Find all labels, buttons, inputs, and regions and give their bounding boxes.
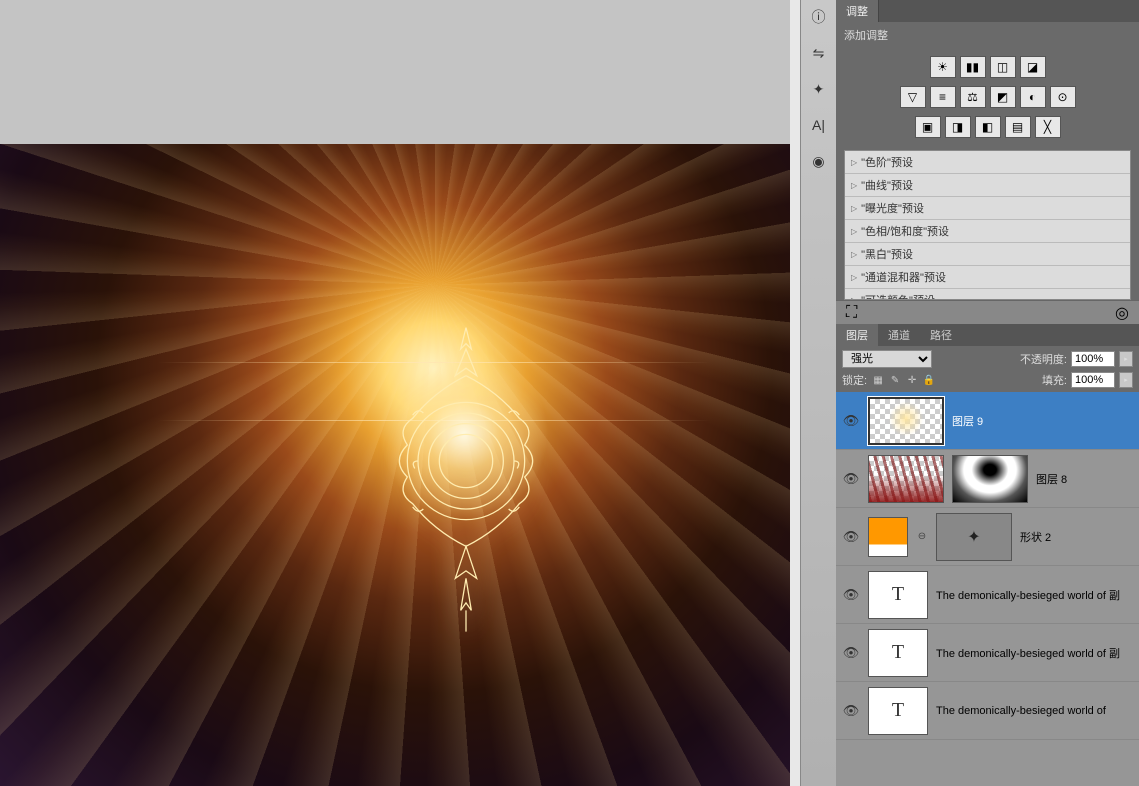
layer-row[interactable]: 👁 图层 8 bbox=[836, 450, 1139, 508]
ornament-shape bbox=[356, 317, 576, 637]
gradient-map-icon[interactable]: ▤ bbox=[1005, 116, 1031, 138]
preset-bw[interactable]: "黑白"预设 bbox=[845, 243, 1130, 266]
lock-pixels-icon[interactable]: ✎ bbox=[888, 373, 902, 387]
channel-mixer-icon[interactable]: ⊙ bbox=[1050, 86, 1076, 108]
layer-name[interactable]: 图层 9 bbox=[952, 413, 1133, 429]
layer-row[interactable]: 👁 T The demonically-besieged world of 副 bbox=[836, 624, 1139, 682]
eye-icon[interactable]: 👁 bbox=[842, 528, 860, 546]
fill-input[interactable] bbox=[1071, 372, 1115, 388]
layer-name[interactable]: 形状 2 bbox=[1020, 529, 1133, 545]
fill-label: 填充: bbox=[1042, 372, 1067, 388]
mask3d-icon[interactable]: ◎ bbox=[1115, 303, 1129, 323]
canvas-area bbox=[0, 0, 800, 786]
type-icon[interactable]: A| bbox=[806, 112, 832, 138]
blend-mode-select[interactable]: 强光 bbox=[842, 350, 932, 368]
adjustments-header: 添加调整 bbox=[836, 22, 1139, 48]
tab-paths[interactable]: 路径 bbox=[920, 324, 962, 346]
layer-name[interactable]: The demonically-besieged world of 副 bbox=[936, 587, 1133, 603]
link-icon[interactable]: ⊖ bbox=[916, 531, 928, 542]
eye-icon[interactable]: 👁 bbox=[842, 470, 860, 488]
bw-icon[interactable]: ◩ bbox=[990, 86, 1016, 108]
text-layer-thumbnail[interactable]: T bbox=[868, 571, 928, 619]
layer-row[interactable]: 👁 T The demonically-besieged world of bbox=[836, 682, 1139, 740]
info-icon[interactable]: ⓘ bbox=[806, 4, 832, 30]
eye-icon[interactable]: 👁 bbox=[842, 702, 860, 720]
layer-controls: 强光 不透明度: ▸ 锁定: ▦ ✎ ✛ 🔒 填充: ▸ bbox=[836, 346, 1139, 392]
lock-position-icon[interactable]: ✛ bbox=[905, 373, 919, 387]
tab-adjustments[interactable]: 调整 bbox=[836, 0, 879, 22]
color-balance-icon[interactable]: ⚖ bbox=[960, 86, 986, 108]
tab-layers[interactable]: 图层 bbox=[836, 324, 878, 346]
text-layer-thumbnail[interactable]: T bbox=[868, 629, 928, 677]
threshold-icon[interactable]: ◧ bbox=[975, 116, 1001, 138]
posterize-icon[interactable]: ◨ bbox=[945, 116, 971, 138]
layer-row[interactable]: 👁 图层 9 bbox=[836, 392, 1139, 450]
vibrance-icon[interactable]: ▽ bbox=[900, 86, 926, 108]
layer-name[interactable]: The demonically-besieged world of 副 bbox=[936, 645, 1133, 661]
tab-channels[interactable]: 通道 bbox=[878, 324, 920, 346]
eye-icon[interactable]: 👁 bbox=[842, 586, 860, 604]
canvas-empty-top bbox=[0, 0, 790, 144]
curves-icon[interactable]: ◫ bbox=[990, 56, 1016, 78]
lock-all-icon[interactable]: 🔒 bbox=[922, 373, 936, 387]
exposure-icon[interactable]: ◪ bbox=[1020, 56, 1046, 78]
brightness-icon[interactable]: ☀ bbox=[930, 56, 956, 78]
layer-row[interactable]: 👁 ⊖ ✦ 形状 2 bbox=[836, 508, 1139, 566]
layer-thumbnail[interactable] bbox=[868, 455, 944, 503]
layers-list[interactable]: 👁 图层 9 👁 图层 8 👁 ⊖ ✦ 形状 2 👁 T The demonic… bbox=[836, 392, 1139, 786]
opacity-flyout-icon[interactable]: ▸ bbox=[1119, 351, 1133, 367]
brush-icon[interactable]: ✦ bbox=[806, 76, 832, 102]
adjustment-icon-grid: ☀ ▮▮ ◫ ◪ ▽ ≡ ⚖ ◩ ◐ ⊙ ▣ ◨ ◧ ▤ ╳ bbox=[836, 48, 1139, 146]
adjustments-tabbar: 调整 bbox=[836, 0, 1139, 22]
document-canvas[interactable] bbox=[0, 144, 790, 786]
layer-name[interactable]: 图层 8 bbox=[1036, 471, 1133, 487]
preset-list[interactable]: "色阶"预设 "曲线"预设 "曝光度"预设 "色相/饱和度"预设 "黑白"预设 … bbox=[844, 150, 1131, 300]
lock-transparent-icon[interactable]: ▦ bbox=[871, 373, 885, 387]
text-layer-thumbnail[interactable]: T bbox=[868, 687, 928, 735]
mini-toolbar: ⓘ ⇋ ✦ A| ◉ bbox=[800, 0, 836, 786]
preset-exposure[interactable]: "曝光度"预设 bbox=[845, 197, 1130, 220]
layer-name[interactable]: The demonically-besieged world of bbox=[936, 705, 1133, 717]
invert-icon[interactable]: ▣ bbox=[915, 116, 941, 138]
layer-thumbnail[interactable] bbox=[868, 397, 944, 445]
layer-mask-thumbnail[interactable] bbox=[952, 455, 1028, 503]
fill-flyout-icon[interactable]: ▸ bbox=[1119, 372, 1133, 388]
layer-row[interactable]: 👁 T The demonically-besieged world of 副 bbox=[836, 566, 1139, 624]
preset-levels[interactable]: "色阶"预设 bbox=[845, 151, 1130, 174]
layers-tabbar: 图层 通道 路径 bbox=[836, 324, 1139, 346]
scrollbar-vertical[interactable] bbox=[790, 0, 800, 786]
right-panel: 调整 添加调整 ☀ ▮▮ ◫ ◪ ▽ ≡ ⚖ ◩ ◐ ⊙ ▣ ◨ ◧ ▤ ╳ "… bbox=[836, 0, 1139, 786]
opacity-input[interactable] bbox=[1071, 351, 1115, 367]
opacity-label: 不透明度: bbox=[1020, 351, 1067, 367]
preset-selcolor[interactable]: "可选颜色"预设 bbox=[845, 289, 1130, 300]
sliders-icon[interactable]: ⇋ bbox=[806, 40, 832, 66]
eye-icon[interactable]: 👁 bbox=[842, 412, 860, 430]
preset-curves[interactable]: "曲线"预设 bbox=[845, 174, 1130, 197]
eye-icon[interactable]: 👁 bbox=[842, 644, 860, 662]
camera-icon[interactable]: ◉ bbox=[806, 148, 832, 174]
adjustments-footer: ⛶ ◎ bbox=[836, 300, 1139, 324]
preset-hsl[interactable]: "色相/饱和度"预设 bbox=[845, 220, 1130, 243]
levels-icon[interactable]: ▮▮ bbox=[960, 56, 986, 78]
crop-icon[interactable]: ⛶ bbox=[846, 304, 857, 322]
hsl-icon[interactable]: ≡ bbox=[930, 86, 956, 108]
photo-filter-icon[interactable]: ◐ bbox=[1020, 86, 1046, 108]
vector-mask-thumbnail[interactable]: ✦ bbox=[936, 513, 1012, 561]
selective-color-icon[interactable]: ╳ bbox=[1035, 116, 1061, 138]
fill-thumbnail[interactable] bbox=[868, 517, 908, 557]
preset-mixer[interactable]: "通道混和器"预设 bbox=[845, 266, 1130, 289]
lock-label: 锁定: bbox=[842, 372, 867, 388]
